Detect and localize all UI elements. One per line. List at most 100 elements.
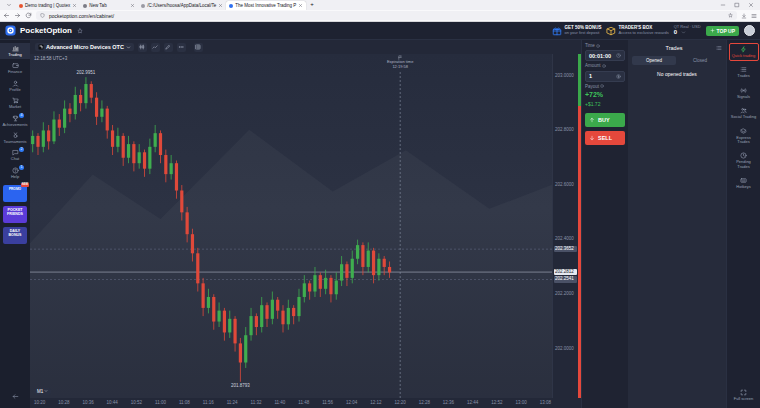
- browser-tab[interactable]: /C:/Users/hoosa/AppData/Local/Te: [138, 1, 226, 10]
- candle: [207, 289, 210, 314]
- sidebar-item[interactable]: Finance: [0, 60, 30, 76]
- candle: [180, 185, 183, 220]
- box-icon: [606, 26, 616, 36]
- sidebar-item[interactable]: Trading: [0, 43, 30, 59]
- layout-button[interactable]: [194, 43, 203, 52]
- indicators-button[interactable]: [151, 43, 160, 52]
- chart-panel: Advanced Micro Devices OTC 12:18:58 UTC+…: [30, 40, 581, 408]
- axis-tick: 203.0000: [555, 73, 574, 80]
- new-tab-button[interactable]: +: [306, 1, 318, 8]
- right-sidebar-label: Hotkeys: [736, 185, 750, 189]
- candle: [100, 100, 103, 122]
- right-sidebar-item[interactable]: Social Trading: [729, 104, 759, 122]
- promo-tile[interactable]: POCKET FRIENDS: [3, 206, 27, 223]
- promo-tile[interactable]: DAILY BONUS: [3, 227, 27, 244]
- time-tick: 12:52: [491, 400, 502, 405]
- more-button[interactable]: [177, 43, 186, 52]
- tab-label: Demo trading | Quotex: [25, 3, 70, 8]
- candle: [90, 81, 93, 103]
- price-chart[interactable]: 12:18:58 UTC+3202.9951201.8793Expiration…: [30, 54, 552, 398]
- candle: [297, 289, 300, 322]
- trades-tab[interactable]: Opened: [632, 56, 676, 65]
- time-tick: 11:32: [251, 400, 262, 405]
- candle: [383, 256, 386, 275]
- amount-field[interactable]: 1: [585, 71, 625, 82]
- avatar[interactable]: [744, 25, 755, 36]
- address-bar[interactable]: pocketoption.com/en/cabinet/: [36, 11, 737, 20]
- time-tick: 11:24: [227, 400, 238, 405]
- collapse-button[interactable]: [12, 393, 19, 400]
- fullscreen-icon: [740, 389, 747, 396]
- browser-tab[interactable]: The Most Innovative Trading P: [226, 1, 306, 10]
- candle: [223, 308, 226, 341]
- expiration-marker[interactable]: Expiration time12:19:58: [387, 55, 413, 69]
- right-sidebar-item[interactable]: Express Trades: [729, 125, 759, 148]
- time-field[interactable]: 00:01:00: [585, 50, 625, 61]
- sidebar-item[interactable]: Tournaments: [0, 130, 30, 146]
- sidebar-item[interactable]: Profile: [0, 78, 30, 94]
- forward-button[interactable]: [14, 12, 21, 19]
- right-sidebar-item[interactable]: Signals: [729, 84, 759, 102]
- sidebar-label: Achievements: [2, 123, 27, 127]
- count-badge: 1: [19, 165, 24, 170]
- tab-list-icon: [6, 2, 12, 8]
- chart-toolbar: Advanced Micro Devices OTC: [30, 40, 581, 54]
- close-icon: [72, 3, 77, 8]
- traders-box[interactable]: TRADER'S BOXAccess to exclusive rewards: [606, 25, 668, 35]
- right-sidebar-item[interactable]: Quick trading: [729, 43, 759, 61]
- time-tick: 12:20: [394, 400, 405, 405]
- time-tick: 10:36: [82, 400, 93, 405]
- browser-tab[interactable]: Demo trading | Quotex: [16, 1, 80, 10]
- sell-button[interactable]: SELL: [585, 131, 625, 145]
- layout-icon: [195, 44, 201, 50]
- sidebar-label: Chat: [11, 157, 19, 161]
- trades-panel: TradesOpenedClosedNo opened trades: [628, 40, 726, 408]
- candle: [292, 305, 295, 324]
- candle: [63, 100, 66, 133]
- trades-tab[interactable]: Closed: [678, 56, 722, 65]
- logo[interactable]: PocketOption: [5, 25, 72, 36]
- users-icon: [740, 107, 747, 114]
- payout-percent: +72%: [585, 91, 625, 99]
- full-screen-label: Full screen: [734, 397, 754, 401]
- list-icon: [740, 66, 747, 73]
- favicon-icon: [19, 4, 23, 8]
- timeframe-label: M1: [37, 389, 43, 394]
- candle: [42, 122, 45, 152]
- axis-tick: 202.0000: [555, 346, 574, 353]
- bonus-banner-subtitle: on your first deposit: [564, 31, 601, 36]
- promo-tile[interactable]: PROMONEW: [3, 185, 27, 202]
- candle: [79, 89, 82, 111]
- tab-strip: Demo trading | Quotex New Tab/C:/Users/ho…: [0, 0, 760, 10]
- full-screen-button[interactable]: Full screen: [729, 386, 759, 404]
- favicon-icon: [83, 4, 87, 8]
- back-button[interactable]: [3, 12, 10, 19]
- reload-button[interactable]: [25, 12, 32, 19]
- candle: [52, 111, 55, 144]
- buy-button[interactable]: BUY: [585, 113, 625, 127]
- candle: [367, 242, 370, 272]
- candle: [265, 302, 268, 327]
- sidebar-item[interactable]: Help1: [0, 165, 30, 181]
- sidebar-item[interactable]: Achievements4: [0, 113, 30, 129]
- chart-type-button[interactable]: [138, 43, 147, 52]
- asset-selector[interactable]: Advanced Micro Devices OTC: [35, 43, 134, 52]
- right-sidebar-item[interactable]: Hotkeys: [729, 174, 759, 192]
- sidebar-item[interactable]: Chat2: [0, 147, 30, 163]
- bonus-banner[interactable]: GET 50% BONUSon your first deposit: [552, 25, 601, 35]
- candle: [68, 103, 71, 122]
- achievements-icon: [12, 115, 19, 122]
- account-selector[interactable]: QT Real · USD0: [674, 25, 701, 37]
- chevron-down-icon: [126, 45, 131, 50]
- timeframe-button[interactable]: M1: [34, 388, 51, 395]
- time-tick: 10:52: [131, 400, 142, 405]
- right-sidebar-label: Trades: [737, 74, 749, 78]
- sidebar-item[interactable]: Market: [0, 95, 30, 111]
- top-up-button[interactable]: TOP UP: [706, 26, 739, 36]
- right-sidebar-item[interactable]: Trades: [729, 63, 759, 81]
- drawings-button[interactable]: [164, 43, 173, 52]
- extreme-label: 202.9951: [76, 70, 97, 76]
- browser-tab[interactable]: New Tab: [80, 1, 138, 10]
- right-sidebar-item[interactable]: Pending Trades: [729, 149, 759, 172]
- candle: [276, 297, 279, 319]
